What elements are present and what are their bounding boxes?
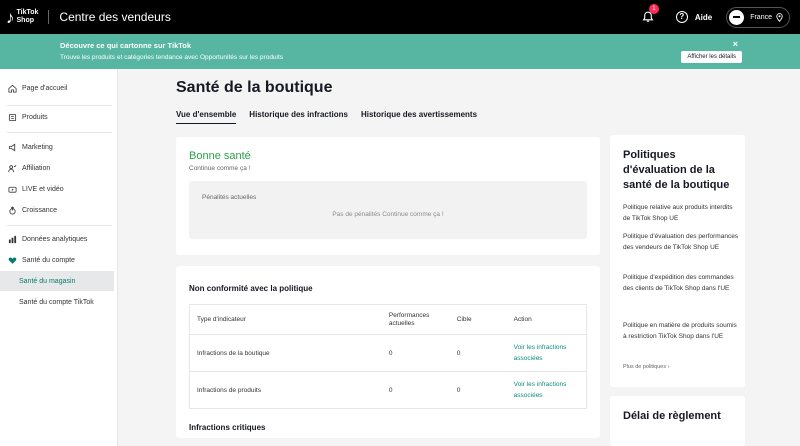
sidebar-item-tiktok-account-health[interactable]: Santé du compte TikTok bbox=[0, 292, 114, 312]
nonconformity-table: Type d'indicateur Performances actuelles… bbox=[188, 304, 587, 409]
sidebar-item-label: Page d'accueil bbox=[22, 84, 68, 92]
sidebar-item-marketing[interactable]: Marketing bbox=[0, 137, 114, 157]
policies-panel: Politiques d'évaluation de la santé de l… bbox=[610, 135, 745, 387]
account-region-selector[interactable]: France bbox=[726, 6, 790, 28]
sidebar-item-shop-health[interactable]: Santé du magasin bbox=[0, 271, 114, 291]
sidebar-item-affiliation[interactable]: Affiliation bbox=[0, 158, 114, 178]
notification-count-badge: 1 bbox=[648, 4, 659, 14]
table-header-row: Type d'indicateur Performances actuelles… bbox=[188, 304, 587, 335]
tiktok-note-icon: ♪ bbox=[6, 7, 15, 27]
policy-link-prohibited-products[interactable]: Politique relative aux produits interdit… bbox=[623, 203, 739, 224]
column-header-action: Action bbox=[506, 304, 587, 335]
sidebar-item-label: Données analytiques bbox=[22, 235, 88, 243]
tab-bar: Vue d'ensemble Historique des infraction… bbox=[176, 110, 490, 124]
health-status-title: Bonne santé bbox=[189, 150, 251, 162]
table-row: Infractions de la boutique 0 0 Voir les … bbox=[188, 334, 587, 372]
product-icon bbox=[7, 112, 17, 122]
sidebar-divider bbox=[7, 132, 112, 133]
sidebar-item-home[interactable]: Page d'accueil bbox=[0, 78, 114, 98]
tab-warning-history[interactable]: Historique des avertissements bbox=[361, 110, 477, 124]
indicator-type-cell: Infractions de la boutique bbox=[188, 334, 382, 372]
chevron-right-icon: › bbox=[667, 364, 670, 370]
performance-cell: 0 bbox=[381, 334, 450, 372]
banner-subtitle: Trouve les produits et catégories tendan… bbox=[60, 54, 284, 61]
region-label: France bbox=[750, 13, 772, 21]
more-policies-label: Plus de politiques bbox=[623, 364, 667, 370]
health-status-subtitle: Continue comme ça ! bbox=[189, 165, 251, 172]
performance-cell: 0 bbox=[381, 371, 450, 409]
notifications-button[interactable]: 1 bbox=[642, 4, 659, 23]
policy-link-restricted-products[interactable]: Politique en matière de produits soumis … bbox=[623, 321, 739, 342]
sidebar-item-label: Marketing bbox=[22, 143, 53, 151]
sidebar-item-label: Affiliation bbox=[22, 164, 51, 172]
sidebar-item-growth[interactable]: Croissance bbox=[0, 200, 114, 220]
sidebar-divider bbox=[7, 225, 112, 226]
view-shop-violations-link[interactable]: Voir les infractions associées bbox=[514, 344, 567, 362]
target-cell: 0 bbox=[449, 334, 507, 372]
logo-text-line1: TikTok bbox=[16, 9, 39, 16]
tiktok-shop-logo[interactable]: ♪ TikTok Shop bbox=[6, 9, 38, 26]
page-title: Santé de la boutique bbox=[176, 79, 333, 96]
settlement-delay-card: Délai de règlement bbox=[610, 396, 745, 446]
chart-icon bbox=[7, 234, 17, 244]
sidebar-divider bbox=[7, 105, 112, 106]
indicator-type-cell: Infractions de produits bbox=[188, 371, 382, 409]
penalties-empty-text: Pas de pénalités Continue comme ça ! bbox=[332, 211, 444, 218]
megaphone-icon bbox=[7, 142, 17, 152]
sidebar: Page d'accueil Produits Marketing Affili… bbox=[0, 69, 118, 446]
growth-icon bbox=[7, 205, 17, 215]
question-mark-icon: ? bbox=[675, 11, 688, 23]
tab-overview[interactable]: Vue d'ensemble bbox=[176, 110, 237, 124]
home-icon bbox=[7, 83, 17, 93]
table-row: Infractions de produits 0 0 Voir les inf… bbox=[188, 371, 587, 409]
close-icon[interactable]: × bbox=[733, 39, 738, 49]
view-product-violations-link[interactable]: Voir les infractions associées bbox=[514, 381, 567, 399]
policies-panel-title: Politiques d'évaluation de la santé de l… bbox=[623, 149, 730, 191]
policy-link-order-shipping[interactable]: Politique d'expédition des commandes des… bbox=[623, 273, 739, 294]
banner-title: Découvre ce qui cartonne sur TikTok bbox=[60, 41, 192, 50]
sidebar-item-analytics[interactable]: Données analytiques bbox=[0, 229, 114, 249]
column-header-indicator-type: Type d'indicateur bbox=[188, 304, 382, 335]
avatar bbox=[729, 9, 745, 25]
column-header-target: Cible bbox=[449, 304, 507, 335]
sidebar-item-label: Santé du compte TikTok bbox=[19, 298, 94, 306]
help-button[interactable]: ? Aide bbox=[675, 11, 713, 23]
sidebar-item-live-video[interactable]: LIVE et vidéo bbox=[0, 179, 114, 199]
penalties-label: Pénalités actuelles bbox=[202, 194, 257, 201]
settlement-delay-title: Délai de règlement bbox=[623, 410, 721, 422]
header-divider bbox=[48, 10, 50, 24]
help-label: Aide bbox=[694, 12, 713, 22]
top-navigation-bar: ♪ TikTok Shop Centre des vendeurs 1 ? Ai… bbox=[0, 0, 800, 34]
critical-violations-title: Infractions critiques bbox=[189, 423, 266, 432]
target-cell: 0 bbox=[449, 371, 507, 409]
sidebar-item-label: Produits bbox=[22, 113, 48, 121]
announcement-banner: Découvre ce qui cartonne sur TikTok Trou… bbox=[0, 34, 800, 69]
app-title: Centre des vendeurs bbox=[59, 10, 171, 24]
sidebar-item-label: Croissance bbox=[22, 206, 58, 214]
nonconformity-title: Non conformité avec la politique bbox=[189, 284, 313, 293]
more-policies-link[interactable]: Plus de politiques › bbox=[623, 364, 670, 370]
sidebar-item-label: Santé du compte bbox=[22, 256, 75, 264]
current-penalties-panel: Pénalités actuelles Pas de pénalités Con… bbox=[189, 181, 587, 239]
sidebar-item-account-health[interactable]: Santé du compte bbox=[0, 250, 114, 270]
health-status-card: Bonne santé Continue comme ça ! Pénalité… bbox=[176, 137, 600, 255]
sidebar-item-label: LIVE et vidéo bbox=[22, 185, 64, 193]
heart-icon bbox=[7, 255, 17, 265]
show-details-button[interactable]: Afficher les détails bbox=[681, 51, 742, 63]
logo-text-line2: Shop bbox=[16, 17, 35, 24]
tab-violation-history[interactable]: Historique des infractions bbox=[249, 110, 348, 124]
people-icon bbox=[7, 163, 17, 173]
sidebar-item-products[interactable]: Produits bbox=[0, 107, 114, 127]
column-header-current-performance: Performances actuelles bbox=[381, 304, 450, 335]
sidebar-item-label: Santé du magasin bbox=[19, 277, 76, 285]
location-pin-icon bbox=[776, 12, 783, 22]
policy-link-seller-performance[interactable]: Politique d'évaluation des performances … bbox=[623, 232, 739, 253]
video-icon bbox=[7, 184, 17, 194]
policy-nonconformity-card: Non conformité avec la politique Type d'… bbox=[176, 266, 600, 438]
